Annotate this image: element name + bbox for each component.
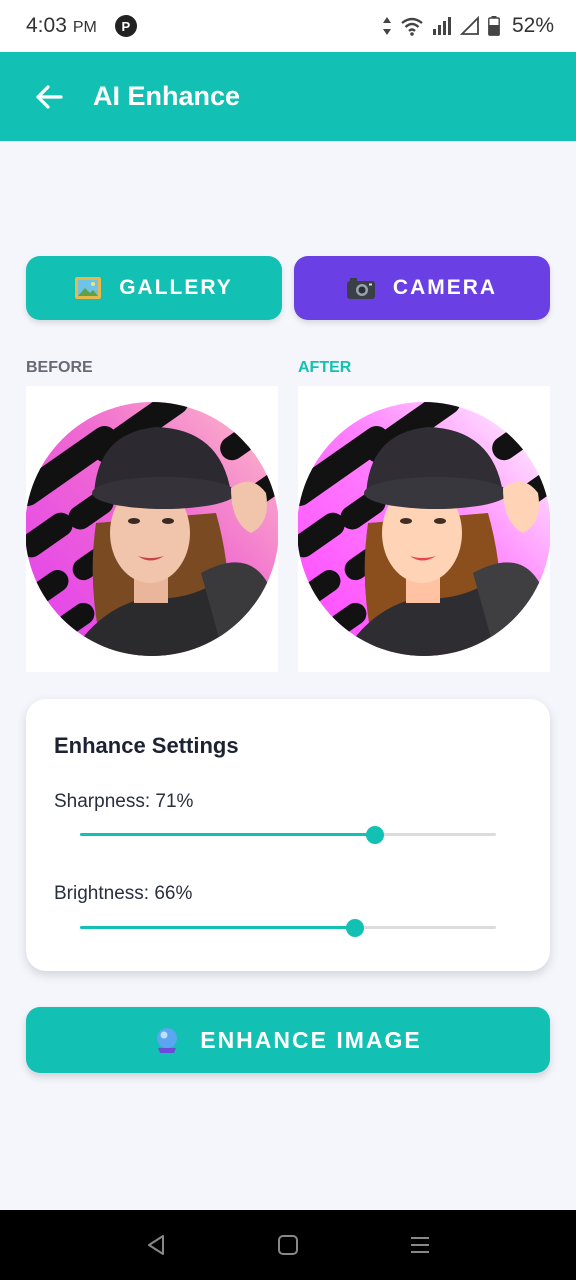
notification-app-icon: P	[114, 15, 137, 37]
enhance-settings-card: Enhance Settings Sharpness: 71% Brightne…	[26, 699, 550, 971]
back-button[interactable]	[32, 80, 66, 114]
after-image	[298, 386, 550, 672]
camera-icon	[346, 278, 375, 299]
settings-title: Enhance Settings	[54, 733, 239, 758]
page-title: AI Enhance	[93, 81, 241, 111]
app-bar: AI Enhance	[0, 52, 576, 141]
screen: 4:03 PM P 52% AI Enhance GALLERY CAMERA …	[0, 0, 576, 1280]
signal-empty-icon	[459, 16, 479, 35]
status-ampm: PM	[72, 19, 97, 36]
crystal-ball-icon	[157, 1028, 178, 1053]
status-icons: 52%	[382, 14, 554, 38]
before-label: BEFORE	[26, 359, 93, 376]
arrow-left-icon	[36, 84, 63, 109]
slider-thumb[interactable]	[345, 919, 364, 937]
battery-percent: 52%	[511, 14, 554, 37]
square-home-icon	[278, 1235, 298, 1255]
data-arrows-icon	[382, 17, 391, 35]
wifi-icon	[401, 17, 423, 36]
status-bar: 4:03 PM P 52%	[0, 0, 576, 52]
after-label: AFTER	[298, 359, 352, 376]
gallery-label: GALLERY	[119, 276, 233, 299]
signal-icon	[432, 17, 451, 35]
status-time: 4:03 PM	[26, 14, 97, 38]
slider-fill	[80, 833, 376, 836]
brightness-slider[interactable]	[80, 918, 496, 938]
enhance-image-button[interactable]: ENHANCE IMAGE	[26, 1007, 550, 1073]
before-image	[26, 386, 278, 672]
camera-label: CAMERA	[392, 276, 498, 299]
brightness-label: Brightness: 66%	[54, 883, 193, 904]
system-nav-bar	[0, 1210, 576, 1280]
triangle-back-icon	[148, 1235, 164, 1255]
nav-menu-button[interactable]	[400, 1225, 440, 1265]
menu-lines-icon	[411, 1237, 429, 1253]
nav-home-button[interactable]	[268, 1225, 308, 1265]
enhance-image-label: ENHANCE IMAGE	[200, 1026, 422, 1053]
status-time-value: 4:03	[26, 14, 67, 37]
slider-fill	[80, 926, 355, 929]
battery-icon	[488, 16, 500, 36]
sharpness-slider[interactable]	[80, 825, 496, 845]
gallery-button[interactable]: GALLERY	[26, 256, 282, 320]
picture-frame-icon	[75, 277, 102, 299]
nav-back-button[interactable]	[136, 1225, 176, 1265]
sharpness-label: Sharpness: 71%	[54, 791, 194, 812]
slider-thumb[interactable]	[366, 826, 385, 844]
camera-button[interactable]: CAMERA	[294, 256, 550, 320]
